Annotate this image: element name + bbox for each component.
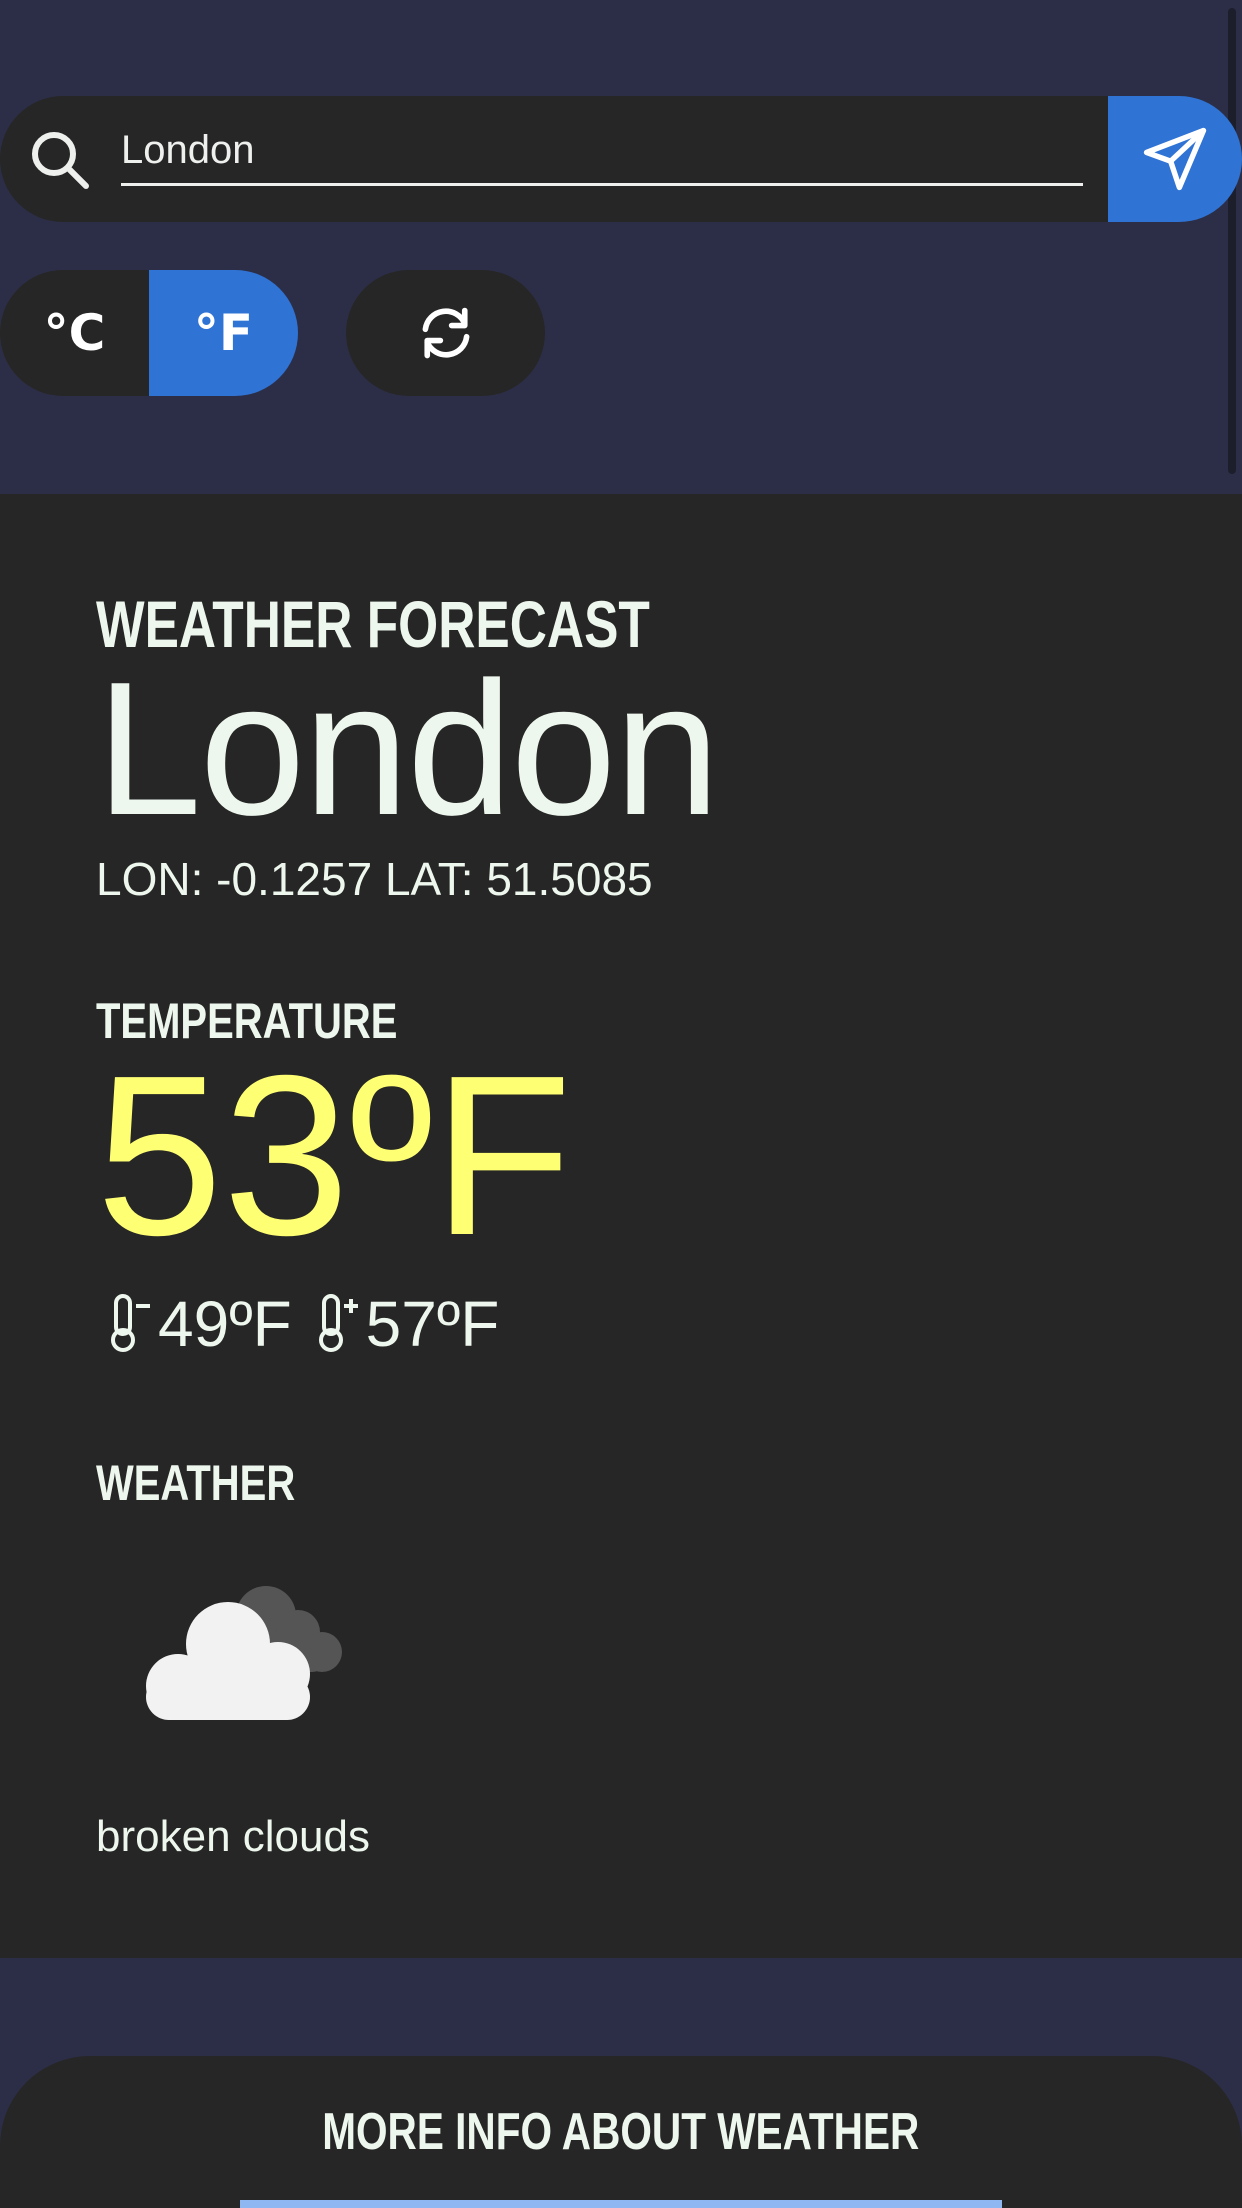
send-button[interactable] [1108, 96, 1242, 222]
search-bar [0, 96, 1242, 222]
search-field-container [0, 96, 1130, 222]
broken-clouds-icon [146, 1586, 342, 1720]
refresh-icon [422, 307, 469, 359]
max-temperature: 57ºF [365, 1288, 500, 1360]
thermometer-high-icon [318, 1294, 358, 1352]
refresh-button[interactable] [346, 270, 545, 396]
weather-description: broken clouds [96, 1812, 370, 1861]
page-scrollbar[interactable] [1228, 8, 1236, 474]
celsius-button[interactable]: °C [0, 270, 149, 396]
fahrenheit-button[interactable]: °F [149, 270, 298, 396]
more-info-tab-indicator [240, 2200, 1002, 2208]
min-max-temperature: 49ºF 57ºF [108, 1284, 499, 1364]
city-name: London [96, 643, 720, 855]
current-temperature: 53ºF [96, 1029, 573, 1283]
min-temperature: 49ºF [158, 1288, 292, 1360]
weather-heading: WEATHER [96, 1455, 296, 1511]
coordinates: LON: -0.1257 LAT: 51.5085 [96, 853, 653, 905]
more-info-panel: MORE INFO ABOUT WEATHER [0, 2056, 1242, 2208]
send-icon [1143, 127, 1207, 191]
forecast-card: WEATHER FORECAST London LON: -0.1257 LAT… [0, 494, 1242, 1958]
more-info-title: MORE INFO ABOUT WEATHER [322, 2103, 920, 2161]
search-icon [32, 132, 89, 189]
unit-toggle: °C °F [0, 270, 298, 396]
thermometer-low-icon [111, 1294, 150, 1352]
search-input[interactable] [121, 118, 1083, 186]
